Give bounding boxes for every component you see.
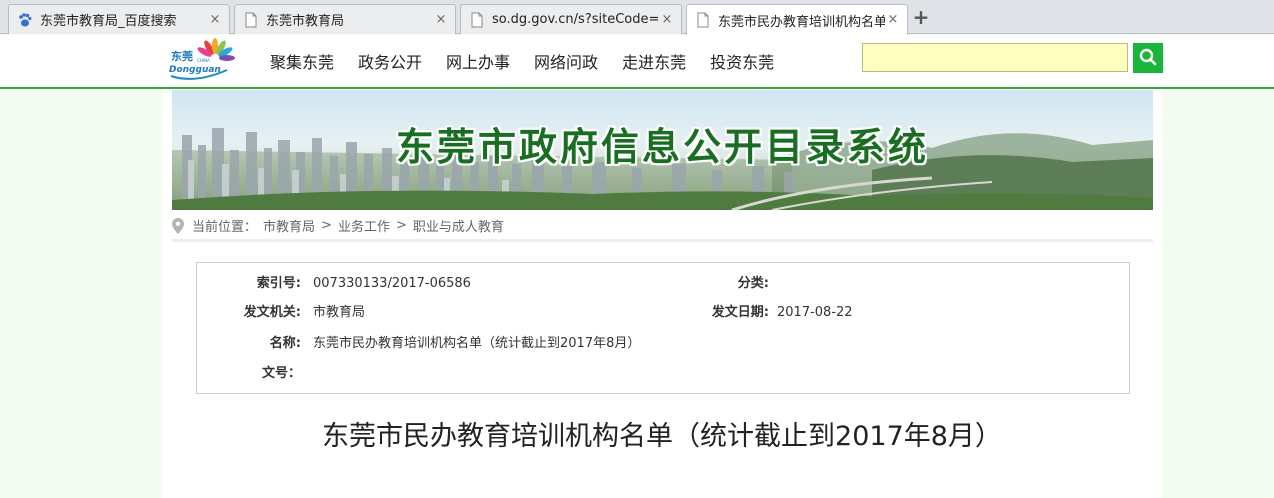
tab-title: 东莞市民办教育培训机构名单（统 <box>718 14 885 30</box>
logo-text-china: CHINA <box>197 58 210 63</box>
breadcrumb: 当前位置： 市教育局 > 业务工作 > 职业与成人教育 <box>172 212 1153 242</box>
breadcrumb-separator: > <box>321 218 332 233</box>
nav-item-government-affairs[interactable]: 政务公开 <box>358 52 422 74</box>
category-label: 分类: <box>737 276 769 291</box>
docno-label: 文号： <box>261 366 301 381</box>
main-nav: 聚集东莞 政务公开 网上办事 网络问政 走进东莞 投资东莞 <box>270 52 798 74</box>
page-icon <box>695 12 711 28</box>
breadcrumb-separator: > <box>395 218 407 233</box>
index-value: 007330133/2017-06586 <box>313 276 471 291</box>
browser-tab-strip: 东莞市教育局_百度搜索 × 东莞市教育局 × so.dg.gov.cn/s?si… <box>0 0 1274 35</box>
name-value: 东莞市民办教育培训机构名单（统计截止到2017年8月） <box>313 336 641 351</box>
close-icon[interactable]: × <box>207 12 223 28</box>
document-info-box: 索引号: 007330133/2017-06586 分类: 发文机关: 市教育局… <box>196 262 1130 394</box>
tab-baidu-search[interactable]: 东莞市教育局_百度搜索 × <box>8 4 230 34</box>
close-icon[interactable]: × <box>885 12 901 28</box>
page-icon <box>469 12 485 28</box>
info-row-name: 名称: 东莞市民办教育培训机构名单（统计截止到2017年8月） <box>197 334 1129 354</box>
dongguan-logo[interactable]: 东莞 Dongguan CHINA <box>165 36 240 84</box>
tab-title: 东莞市教育局_百度搜索 <box>40 14 177 29</box>
search-input[interactable] <box>862 43 1128 72</box>
date-value: 2017-08-22 <box>777 305 853 320</box>
name-label: 名称: <box>269 336 301 351</box>
tab-title: 东莞市教育局 <box>266 14 345 29</box>
tab-title: so.dg.gov.cn/s?siteCode=441 <box>492 12 659 27</box>
document-title: 东莞市民办教育培训机构名单（统计截止到2017年8月） <box>322 421 1002 452</box>
logo-text-cn: 东莞 <box>171 49 193 63</box>
tab-search-result[interactable]: so.dg.gov.cn/s?siteCode=441 × <box>460 4 682 34</box>
breadcrumb-prefix: 当前位置： <box>192 220 258 235</box>
baidu-paw-icon <box>17 12 33 28</box>
close-icon[interactable]: × <box>433 12 449 28</box>
breadcrumb-item-education-bureau[interactable]: 市教育局 <box>263 216 315 235</box>
date-label: 发文日期: <box>711 305 769 320</box>
issuer-value: 市教育局 <box>313 305 366 320</box>
page-icon <box>243 12 259 28</box>
nav-item-gather-dongguan[interactable]: 聚集东莞 <box>270 52 334 74</box>
new-tab-button[interactable]: + <box>910 7 932 29</box>
nav-item-explore-dongguan[interactable]: 走进东莞 <box>622 52 686 74</box>
info-row-index: 索引号: 007330133/2017-06586 分类: <box>197 274 1129 294</box>
banner-title: 东莞市政府信息公开目录系统 <box>395 125 929 169</box>
tab-training-list[interactable]: 东莞市民办教育培训机构名单（统 × <box>686 4 908 35</box>
info-row-docno: 文号： <box>197 364 1129 384</box>
breadcrumb-item-business-work[interactable]: 业务工作 <box>338 216 390 235</box>
index-label: 索引号: <box>256 276 301 291</box>
nav-item-online-services[interactable]: 网上办事 <box>446 52 510 74</box>
issuer-label: 发文机关: <box>243 305 301 320</box>
nav-item-invest-dongguan[interactable]: 投资东莞 <box>710 52 774 74</box>
close-icon[interactable]: × <box>659 12 675 28</box>
search-icon <box>1139 48 1157 69</box>
breadcrumb-item-vocational-education[interactable]: 职业与成人教育 <box>413 216 504 235</box>
nav-item-online-inquiry[interactable]: 网络问政 <box>534 52 598 74</box>
tab-education-bureau[interactable]: 东莞市教育局 × <box>234 4 456 34</box>
search-button[interactable] <box>1133 43 1163 73</box>
location-pin-icon <box>172 217 184 234</box>
info-row-issuer: 发文机关: 市教育局 发文日期: 2017-08-22 <box>197 303 1129 323</box>
logo-text-en: Dongguan <box>169 65 221 75</box>
